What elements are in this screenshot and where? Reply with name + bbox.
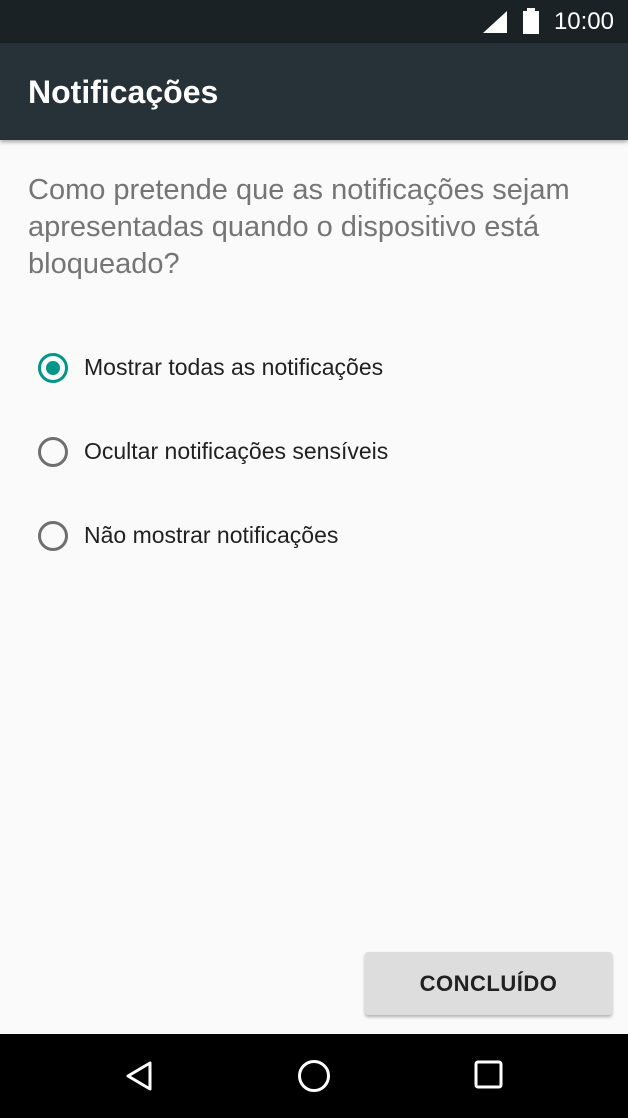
option-hide-sensitive[interactable]: Ocultar notificações sensíveis [28, 419, 608, 489]
status-time: 10:00 [553, 8, 614, 35]
option-label: Não mostrar notificações [84, 522, 339, 548]
question-text: Como pretende que as notificações sejam … [28, 174, 570, 280]
option-show-none[interactable]: Não mostrar notificações [28, 503, 608, 573]
radio-unchecked-icon[interactable] [38, 437, 68, 467]
app-bar: Notificações [0, 43, 628, 140]
radio-dot [46, 361, 60, 375]
option-label: Ocultar notificações sensíveis [84, 438, 389, 464]
status-bar: 10:00 [0, 0, 628, 43]
battery-icon [522, 8, 540, 39]
option-show-all[interactable]: Mostrar todas as notificações [28, 335, 608, 405]
back-icon[interactable] [124, 1060, 156, 1097]
radio-checked-icon[interactable] [38, 353, 68, 383]
radio-unchecked-icon[interactable] [38, 521, 68, 551]
done-button[interactable]: CONCLUÍDO [365, 952, 612, 1015]
page-title: Notificações [28, 74, 219, 110]
home-icon[interactable] [297, 1060, 331, 1099]
cell-signal-icon [483, 11, 507, 38]
recents-icon[interactable] [474, 1060, 504, 1095]
option-label: Mostrar todas as notificações [84, 354, 384, 380]
navigation-bar [0, 1034, 628, 1118]
